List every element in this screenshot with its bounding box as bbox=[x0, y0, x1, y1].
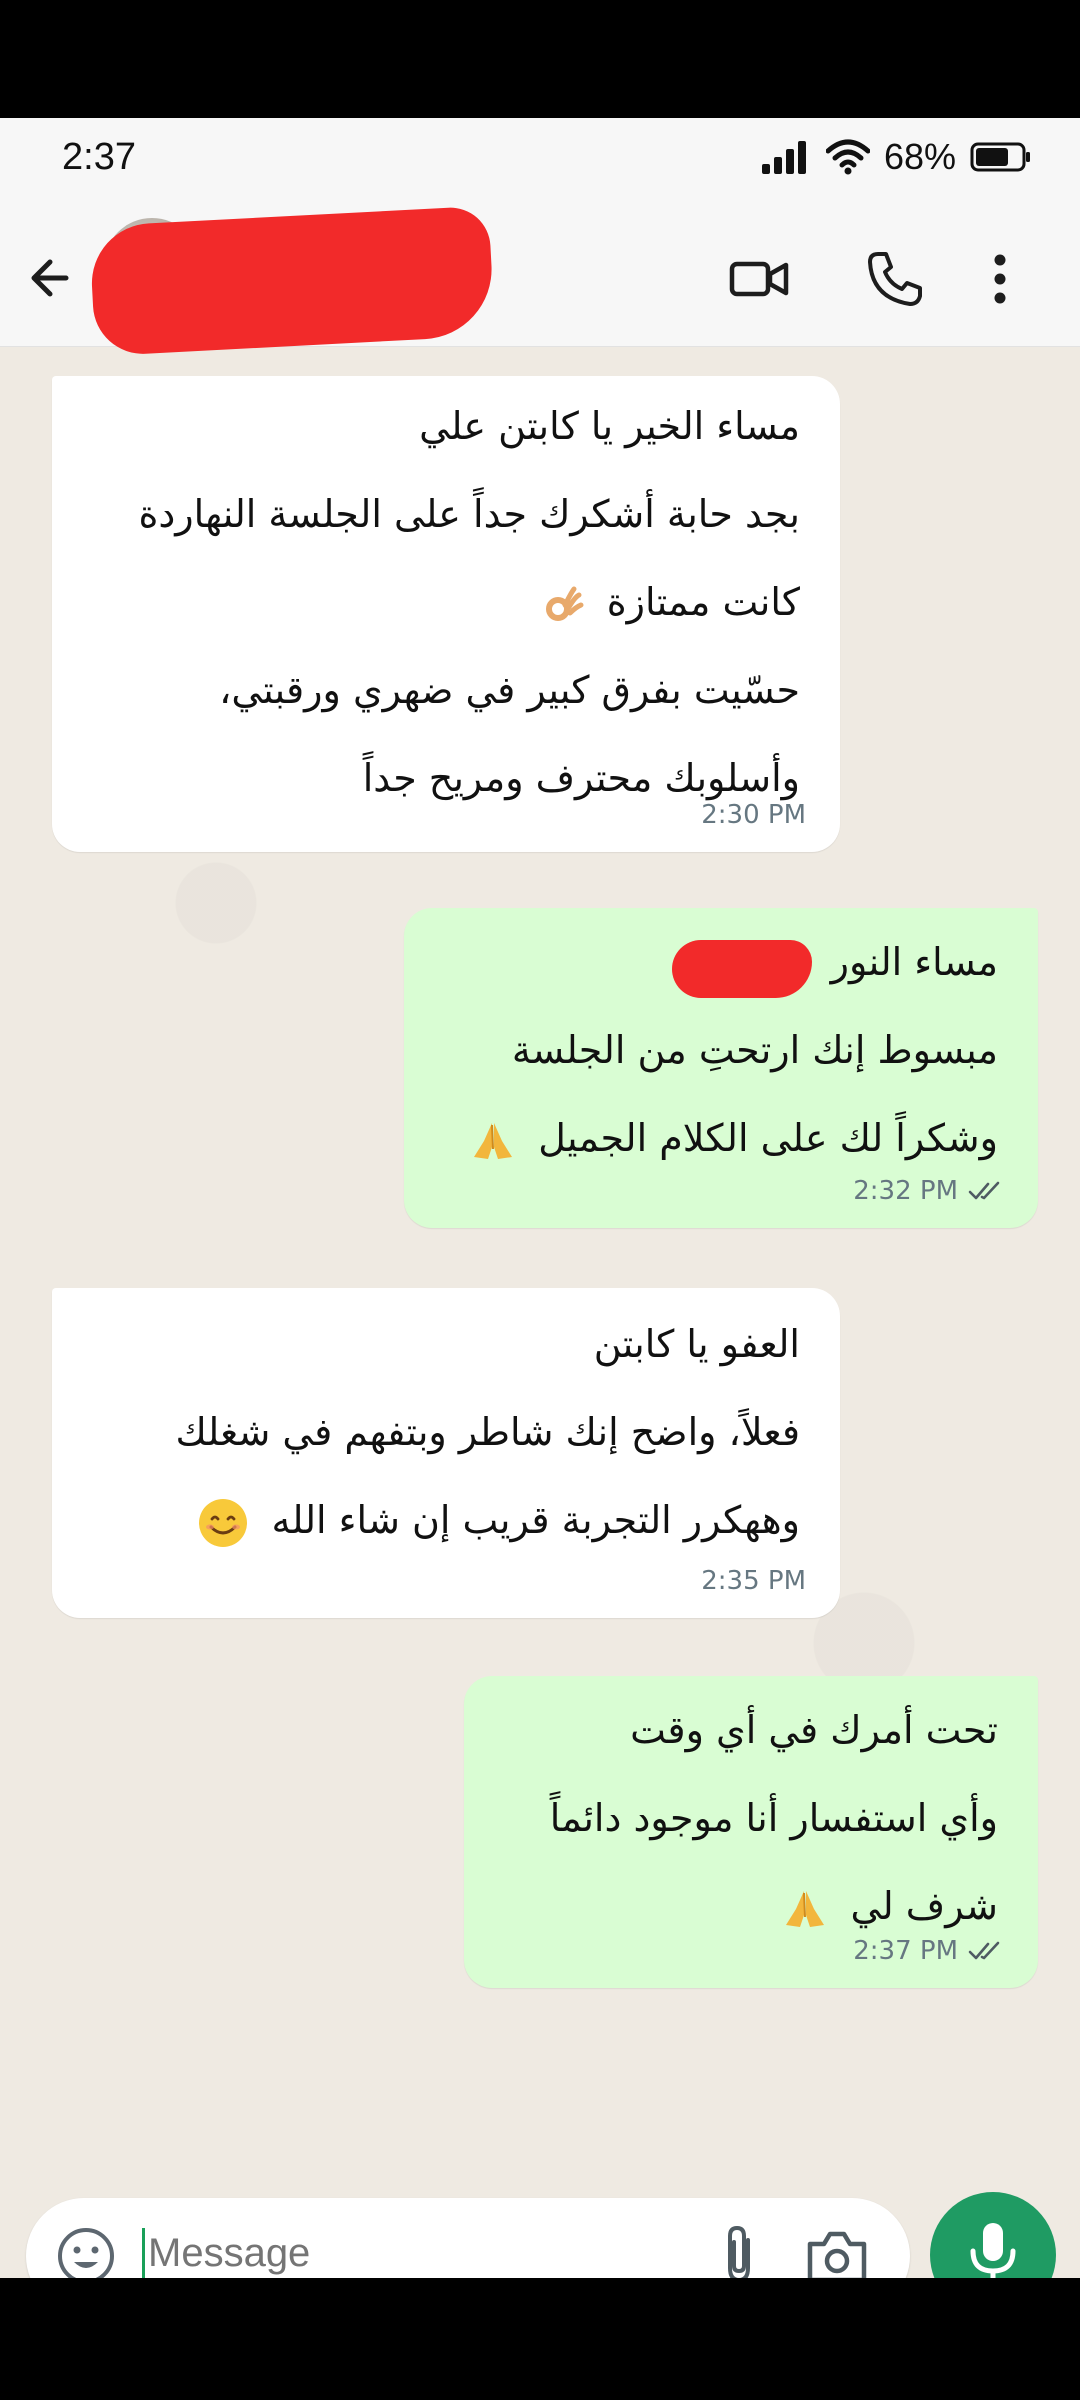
attach-icon[interactable] bbox=[720, 2222, 760, 2278]
message-time: 2:37 PM bbox=[853, 1936, 958, 1966]
message-text: مساء الخير يا كابتن علي bbox=[419, 404, 800, 448]
read-receipt-icon bbox=[968, 1181, 1000, 1200]
message-time: 2:32 PM bbox=[853, 1176, 958, 1206]
smiling-face-emoji-icon bbox=[199, 1498, 248, 1547]
message-meta: 2:37 PM bbox=[853, 1936, 1004, 1966]
voice-call-icon[interactable] bbox=[862, 246, 928, 312]
folded-hands-emoji-icon bbox=[474, 1122, 513, 1159]
status-indicators: 68% bbox=[760, 136, 1032, 178]
mic-icon bbox=[970, 2223, 1016, 2278]
message-meta: 2:32 PM bbox=[853, 1176, 1004, 1206]
read-receipt-icon bbox=[968, 1941, 1000, 1960]
message-time: 2:35 PM bbox=[701, 1566, 806, 1596]
message-text: كانت ممتازة bbox=[606, 580, 800, 624]
signal-icon bbox=[761, 141, 806, 174]
ok-hand-emoji-icon bbox=[545, 586, 584, 621]
battery-percent: 68% bbox=[883, 136, 956, 177]
message-bubble-incoming[interactable]: مساء الخير يا كابتن علي بجد حابة أشكرك ج… bbox=[52, 376, 840, 852]
message-composer bbox=[26, 2198, 910, 2278]
message-meta: 2:35 PM bbox=[701, 1566, 806, 1596]
message-time: 2:30 PM bbox=[701, 800, 806, 830]
status-bar: 2:37 68% bbox=[0, 118, 1080, 206]
message-text: بجد حابة أشكرك جداً على الجلسة النهاردة bbox=[138, 492, 800, 536]
camera-icon[interactable] bbox=[802, 2226, 872, 2278]
message-text: وأي استفسار أنا موجود دائماً bbox=[549, 1796, 998, 1840]
wifi-icon bbox=[825, 139, 870, 175]
message-bubble-outgoing[interactable]: مساء النور مبسوط إنك ارتحتِ من الجلسة وش… bbox=[404, 908, 1038, 1228]
message-text: مساء النور bbox=[830, 940, 998, 984]
message-text: شرف لي bbox=[850, 1884, 998, 1928]
message-text: فعلاً، واضح إنك شاطر وبتفهم في شغلك bbox=[175, 1410, 800, 1454]
message-text: وشكراً لك على الكلام الجميل bbox=[538, 1116, 998, 1160]
back-arrow-icon[interactable] bbox=[26, 248, 86, 308]
message-text-row: كانت ممتازة bbox=[52, 558, 840, 646]
video-call-icon[interactable] bbox=[726, 246, 792, 312]
message-input[interactable] bbox=[146, 2230, 710, 2277]
more-vert-icon[interactable] bbox=[980, 246, 1020, 312]
emoji-icon[interactable] bbox=[54, 2224, 118, 2278]
message-bubble-outgoing[interactable]: تحت أمرك في أي وقت وأي استفسار أنا موجود… bbox=[464, 1676, 1038, 1988]
message-text: تحت أمرك في أي وقت bbox=[630, 1708, 998, 1752]
message-text: حسّيت بفرق كبير في ضهري ورقبتي، bbox=[219, 668, 800, 712]
message-bubble-incoming[interactable]: العفو يا كابتن فعلاً، واضح إنك شاطر وبتف… bbox=[52, 1288, 840, 1618]
message-meta: 2:30 PM bbox=[701, 800, 806, 830]
status-time: 2:37 bbox=[62, 136, 136, 178]
redaction-mark bbox=[88, 205, 496, 357]
message-text-row: وههكرر التجربة قريب إن شاء الله bbox=[52, 1476, 840, 1564]
system-nav-bar bbox=[0, 2280, 1080, 2400]
chat-area[interactable]: مساء الخير يا كابتن علي بجد حابة أشكرك ج… bbox=[0, 348, 1080, 2198]
message-text: مبسوط إنك ارتحتِ من الجلسة bbox=[511, 1028, 998, 1072]
message-text-row: مساء النور bbox=[404, 918, 1038, 1006]
message-text-row: وشكراً لك على الكلام الجميل bbox=[404, 1094, 1038, 1182]
screen: 2:37 68% مساء الخير يا كابتن علي بجد حاب… bbox=[0, 118, 1080, 2278]
folded-hands-emoji-icon bbox=[786, 1890, 825, 1927]
battery-icon bbox=[970, 142, 1030, 172]
redaction-mark bbox=[672, 940, 812, 998]
text-cursor bbox=[142, 2228, 145, 2278]
mic-button[interactable] bbox=[930, 2192, 1056, 2278]
message-text: وههكرر التجربة قريب إن شاء الله bbox=[271, 1498, 800, 1542]
message-text: العفو يا كابتن bbox=[593, 1322, 800, 1366]
